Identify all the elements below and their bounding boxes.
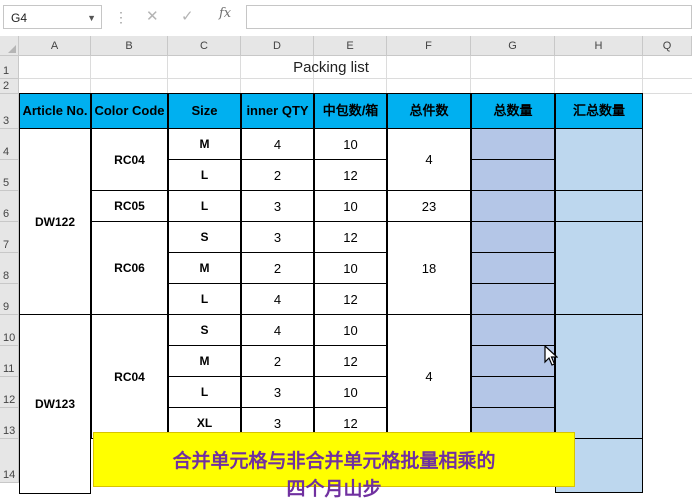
total-pieces-cell[interactable]: 23 bbox=[387, 190, 471, 222]
row-header-12[interactable]: 12 bbox=[0, 377, 19, 408]
row-header-7[interactable]: 7 bbox=[0, 222, 19, 253]
column-header-c[interactable]: C bbox=[168, 36, 241, 56]
header-color-code[interactable]: Color Code bbox=[91, 93, 168, 129]
column-header-e[interactable]: E bbox=[314, 36, 387, 56]
inner-qty-cell[interactable]: 3 bbox=[241, 376, 314, 408]
row-header-10[interactable]: 10 bbox=[0, 315, 19, 346]
article-cell[interactable]: DW123 bbox=[19, 314, 91, 494]
per-box-cell[interactable]: 10 bbox=[314, 376, 387, 408]
summary-qty-cell[interactable] bbox=[555, 128, 643, 191]
per-box-cell[interactable]: 10 bbox=[314, 190, 387, 222]
per-box-cell[interactable]: 12 bbox=[314, 345, 387, 377]
total-qty-cell[interactable] bbox=[471, 159, 555, 191]
row-header-1[interactable]: 1 bbox=[0, 56, 19, 79]
color-code-cell[interactable]: RC05 bbox=[91, 190, 168, 222]
mouse-pointer-icon bbox=[544, 345, 558, 366]
per-box-cell[interactable]: 10 bbox=[314, 128, 387, 160]
row-header-11[interactable]: 11 bbox=[0, 346, 19, 377]
inner-qty-cell[interactable]: 4 bbox=[241, 283, 314, 315]
header-summary-qty[interactable]: 汇总数量 bbox=[555, 93, 643, 129]
select-all-icon bbox=[8, 45, 16, 53]
chevron-down-icon[interactable]: ▼ bbox=[87, 6, 96, 30]
inner-qty-cell[interactable]: 4 bbox=[241, 314, 314, 346]
column-header-b[interactable]: B bbox=[91, 36, 168, 56]
header-size[interactable]: Size bbox=[168, 93, 241, 129]
inner-qty-cell[interactable]: 4 bbox=[241, 128, 314, 160]
row-header-6[interactable]: 6 bbox=[0, 191, 19, 222]
column-header-d[interactable]: D bbox=[241, 36, 314, 56]
summary-qty-cell[interactable] bbox=[555, 314, 643, 439]
row-header-2[interactable]: 2 bbox=[0, 79, 19, 94]
size-cell[interactable]: M bbox=[168, 345, 241, 377]
article-cell[interactable]: DW122 bbox=[19, 128, 91, 315]
sheet-title[interactable]: Packing list bbox=[19, 56, 643, 79]
header-per-box[interactable]: 中包数/箱 bbox=[314, 93, 387, 129]
per-box-cell[interactable]: 12 bbox=[314, 283, 387, 315]
color-code-cell[interactable]: RC06 bbox=[91, 221, 168, 315]
summary-qty-cell[interactable] bbox=[555, 221, 643, 315]
summary-qty-cell[interactable] bbox=[555, 190, 643, 222]
color-code-cell[interactable]: RC04 bbox=[91, 314, 168, 439]
inner-qty-cell[interactable]: 3 bbox=[241, 221, 314, 253]
column-header-h[interactable]: H bbox=[555, 36, 643, 56]
total-pieces-cell[interactable]: 4 bbox=[387, 314, 471, 439]
header-article[interactable]: Article No. bbox=[19, 93, 91, 129]
caption-banner: 合并单元格与非合并单元格批量相乘的 四个月山步 bbox=[93, 432, 575, 500]
size-cell[interactable]: S bbox=[168, 314, 241, 346]
caption-text: 合并单元格与非合并单元格批量相乘的 bbox=[172, 451, 496, 472]
total-pieces-cell[interactable]: 4 bbox=[387, 128, 471, 191]
column-header-q[interactable]: Q bbox=[643, 36, 692, 56]
header-total-qty[interactable]: 总数量 bbox=[471, 93, 555, 129]
inner-qty-cell[interactable]: 2 bbox=[241, 159, 314, 191]
caption-text-2: 四个月山步 bbox=[286, 479, 382, 500]
row-header-8[interactable]: 8 bbox=[0, 253, 19, 284]
per-box-cell[interactable]: 12 bbox=[314, 221, 387, 253]
size-cell[interactable]: M bbox=[168, 252, 241, 284]
per-box-cell[interactable]: 10 bbox=[314, 252, 387, 284]
column-header-f[interactable]: F bbox=[387, 36, 471, 56]
name-box-value: G4 bbox=[11, 11, 28, 25]
size-cell[interactable]: L bbox=[168, 376, 241, 408]
row-header-9[interactable]: 9 bbox=[0, 284, 19, 315]
inner-qty-cell[interactable]: 3 bbox=[241, 190, 314, 222]
total-qty-cell[interactable] bbox=[471, 252, 555, 284]
total-pieces-cell[interactable]: 18 bbox=[387, 221, 471, 315]
total-qty-cell[interactable] bbox=[471, 221, 555, 253]
size-cell[interactable]: L bbox=[168, 283, 241, 315]
inner-qty-cell[interactable]: 2 bbox=[241, 252, 314, 284]
total-qty-cell[interactable] bbox=[471, 283, 555, 315]
select-all-button[interactable] bbox=[0, 36, 19, 56]
formula-bar: G4 ▼ ⋮ ✕ ✓ fx bbox=[0, 0, 692, 37]
size-cell[interactable]: L bbox=[168, 159, 241, 191]
formula-input[interactable] bbox=[246, 5, 692, 29]
row-header-5[interactable]: 5 bbox=[0, 160, 19, 191]
insert-function-icon[interactable]: fx bbox=[219, 6, 231, 21]
header-inner-qty[interactable]: inner QTY bbox=[241, 93, 314, 129]
total-qty-cell[interactable] bbox=[471, 314, 555, 346]
check-icon[interactable]: ✓ bbox=[181, 7, 194, 25]
total-qty-cell[interactable] bbox=[471, 376, 555, 408]
more-options-icon[interactable]: ⋮ bbox=[114, 8, 128, 26]
row-header-13[interactable]: 13 bbox=[0, 408, 19, 439]
total-qty-cell[interactable] bbox=[471, 190, 555, 222]
size-cell[interactable]: S bbox=[168, 221, 241, 253]
per-box-cell[interactable]: 10 bbox=[314, 314, 387, 346]
column-header-a[interactable]: A bbox=[19, 36, 91, 56]
close-icon[interactable]: ✕ bbox=[146, 7, 159, 25]
size-cell[interactable]: M bbox=[168, 128, 241, 160]
header-total-pieces[interactable]: 总件数 bbox=[387, 93, 471, 129]
size-cell[interactable]: L bbox=[168, 190, 241, 222]
row-header-4[interactable]: 4 bbox=[0, 129, 19, 160]
row-header-3[interactable]: 3 bbox=[0, 94, 19, 129]
per-box-cell[interactable]: 12 bbox=[314, 159, 387, 191]
column-header-g[interactable]: G bbox=[471, 36, 555, 56]
total-qty-cell[interactable] bbox=[471, 345, 555, 377]
name-box[interactable]: G4 ▼ bbox=[3, 5, 102, 29]
inner-qty-cell[interactable]: 2 bbox=[241, 345, 314, 377]
row-header-14[interactable]: 14 bbox=[0, 439, 19, 483]
color-code-cell[interactable]: RC04 bbox=[91, 128, 168, 191]
total-qty-cell[interactable] bbox=[471, 128, 555, 160]
